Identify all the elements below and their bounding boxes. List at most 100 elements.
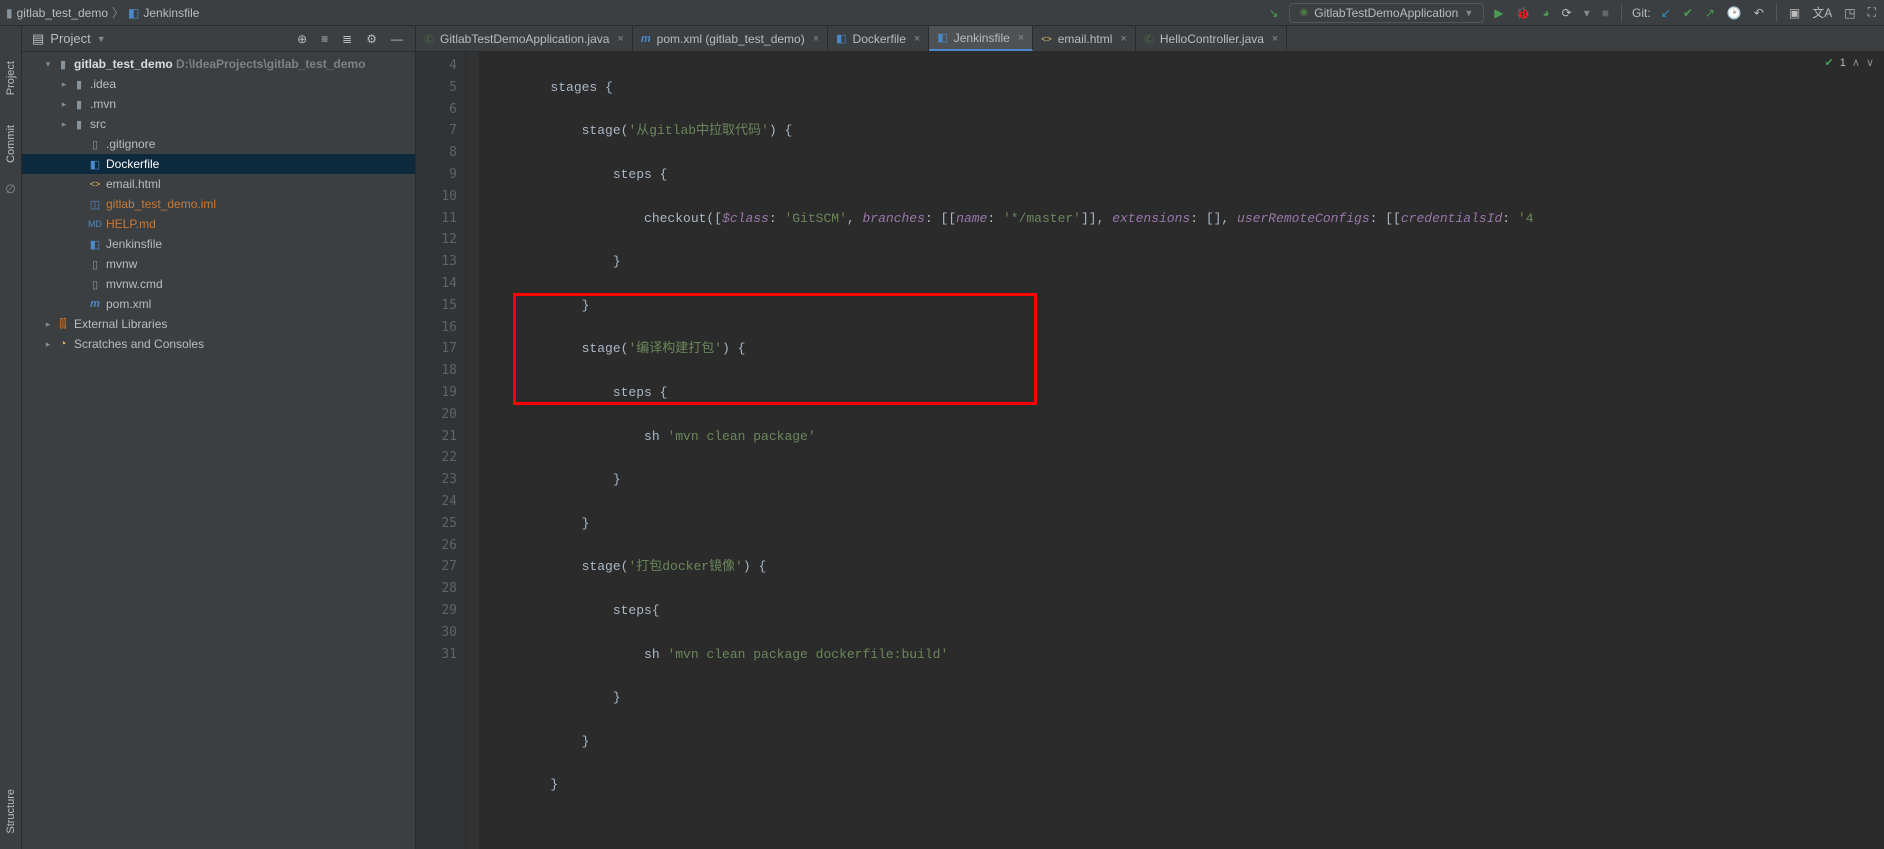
chevron-up-icon[interactable]: ∧ bbox=[1852, 56, 1860, 69]
inspection-widget[interactable]: ✔ 1 ∧ ∨ bbox=[1825, 56, 1874, 69]
folder-icon: ▮ bbox=[6, 6, 13, 20]
commit-icon[interactable]: ✔ bbox=[1681, 4, 1695, 22]
tree-help[interactable]: MDHELP.md bbox=[22, 214, 415, 234]
tab-hellocontroller[interactable]: ⒸHelloController.java× bbox=[1136, 26, 1288, 51]
chevron-right-icon: ▸ bbox=[60, 99, 68, 110]
tree-mvn-folder[interactable]: ▸▮.mvn bbox=[22, 94, 415, 114]
jenkins-icon: ◧ bbox=[88, 238, 102, 251]
chevron-right-icon: ▸ bbox=[44, 319, 52, 330]
jenkins-icon: ◧ bbox=[128, 6, 139, 20]
hide-icon[interactable]: — bbox=[389, 30, 405, 48]
close-icon[interactable]: × bbox=[813, 33, 819, 45]
project-root[interactable]: ▾ ▮ gitlab_test_demo D:\IdeaProjects\git… bbox=[22, 54, 415, 74]
spring-icon: ◉ bbox=[1300, 7, 1309, 18]
tab-label: GitlabTestDemoApplication.java bbox=[440, 32, 609, 46]
tree-label: mvnw bbox=[106, 257, 137, 271]
structure-tool-tab[interactable]: Structure bbox=[5, 789, 17, 834]
file-icon: ▯ bbox=[88, 278, 102, 291]
tree-label: gitlab_test_demo.iml bbox=[106, 197, 216, 211]
close-icon[interactable]: × bbox=[914, 33, 920, 45]
profile-icon[interactable]: ⟳ bbox=[1560, 4, 1574, 22]
build-icon[interactable]: ↘ bbox=[1266, 4, 1280, 22]
tab-dockerfile[interactable]: ◧Dockerfile× bbox=[828, 26, 929, 51]
run-icon[interactable]: ▶ bbox=[1492, 4, 1505, 22]
code-body[interactable]: stages { stage('从gitlab中拉取代码') { steps {… bbox=[480, 52, 1884, 849]
tree-idea-folder[interactable]: ▸▮.idea bbox=[22, 74, 415, 94]
tab-gitlabtestdemoapplication[interactable]: Ⓒ GitlabTestDemoApplication.java × bbox=[416, 26, 633, 51]
expand-all-icon[interactable]: ≡ bbox=[319, 30, 330, 48]
file-icon: ▯ bbox=[88, 258, 102, 271]
push-icon[interactable]: ↗ bbox=[1703, 4, 1717, 22]
tree-jenkinsfile[interactable]: ◧ Jenkinsfile bbox=[22, 234, 415, 254]
project-panel: ▤ Project ▼ ⊕ ≡ ≣ ⚙ — ▾ ▮ gitlab_test_de… bbox=[22, 26, 416, 849]
project-panel-header: ▤ Project ▼ ⊕ ≡ ≣ ⚙ — bbox=[22, 26, 415, 52]
code-editor[interactable]: 4567891011121314151617181920212223242526… bbox=[416, 52, 1884, 849]
html-icon: <> bbox=[1041, 34, 1052, 44]
attach-icon[interactable]: ▾ bbox=[1582, 4, 1592, 22]
history-icon[interactable]: 🕑 bbox=[1725, 4, 1744, 22]
chevron-right-icon: ▸ bbox=[60, 119, 68, 130]
close-icon[interactable]: × bbox=[1120, 33, 1126, 45]
tree-iml[interactable]: ◫gitlab_test_demo.iml bbox=[22, 194, 415, 214]
tree-scratches[interactable]: ▸◔Scratches and Consoles bbox=[22, 334, 415, 354]
run-config-selector[interactable]: ◉ GitlabTestDemoApplication ▼ bbox=[1289, 3, 1485, 23]
tab-label: HelloController.java bbox=[1160, 32, 1264, 46]
ide-settings-icon[interactable]: ▣ bbox=[1787, 4, 1802, 22]
docker-icon: ◧ bbox=[88, 158, 102, 171]
tree-dockerfile[interactable]: ◧Dockerfile bbox=[22, 154, 415, 174]
tree-mvnw[interactable]: ▯ mvnw bbox=[22, 254, 415, 274]
expand-icon[interactable]: ⛶ bbox=[1866, 3, 1878, 22]
tab-jenkinsfile[interactable]: ◧ Jenkinsfile × bbox=[929, 26, 1033, 51]
tree-mvnwcmd[interactable]: ▯ mvnw.cmd bbox=[22, 274, 415, 294]
translate-icon[interactable]: 文A bbox=[1810, 2, 1834, 23]
jenkins-icon: ◧ bbox=[937, 31, 947, 44]
project-tool-tab[interactable]: Project bbox=[5, 61, 17, 95]
tree-label: mvnw.cmd bbox=[106, 277, 163, 291]
breadcrumb-project-label: gitlab_test_demo bbox=[17, 6, 108, 20]
coverage-icon[interactable]: ◕ bbox=[1540, 4, 1551, 22]
close-icon[interactable]: × bbox=[617, 33, 623, 45]
project-panel-title[interactable]: ▤ Project ▼ bbox=[32, 31, 106, 47]
docker-icon: ◧ bbox=[836, 32, 846, 45]
update-icon[interactable]: ↙ bbox=[1659, 4, 1673, 22]
tab-label: Jenkinsfile bbox=[954, 31, 1010, 45]
tree-emailhtml[interactable]: <>email.html bbox=[22, 174, 415, 194]
debug-icon[interactable]: 🐞 bbox=[1513, 4, 1532, 22]
tab-label: pom.xml (gitlab_test_demo) bbox=[657, 32, 805, 46]
vcs-icon[interactable]: ∅ bbox=[5, 182, 15, 196]
tree-pom[interactable]: mpom.xml bbox=[22, 294, 415, 314]
tree-label: External Libraries bbox=[74, 317, 167, 331]
breadcrumb-project[interactable]: ▮ gitlab_test_demo bbox=[6, 6, 108, 20]
collapse-icon[interactable]: ≣ bbox=[340, 30, 354, 48]
problem-count: 1 bbox=[1840, 57, 1846, 69]
tab-pom[interactable]: m pom.xml (gitlab_test_demo) × bbox=[633, 26, 828, 51]
maven-icon: m bbox=[88, 298, 102, 310]
tree-gitignore[interactable]: ▯.gitignore bbox=[22, 134, 415, 154]
tab-email[interactable]: <>email.html× bbox=[1033, 26, 1136, 51]
file-icon: ▯ bbox=[88, 138, 102, 151]
chevron-right-icon: 〉 bbox=[112, 4, 124, 21]
library-icon: ⫿⫿ bbox=[56, 318, 70, 331]
tree-external-libs[interactable]: ▸ ⫿⫿ External Libraries bbox=[22, 314, 415, 334]
gear-icon[interactable]: ⚙ bbox=[364, 30, 379, 48]
chevron-down-icon: ▼ bbox=[97, 34, 106, 44]
breadcrumb-file[interactable]: ◧ Jenkinsfile bbox=[128, 6, 199, 20]
chevron-down-icon[interactable]: ∨ bbox=[1866, 56, 1874, 69]
maven-icon: m bbox=[641, 33, 651, 45]
select-file-icon[interactable]: ⊕ bbox=[295, 30, 309, 48]
close-icon[interactable]: × bbox=[1018, 32, 1024, 44]
chevron-right-icon: ▸ bbox=[60, 79, 68, 90]
rollback-icon[interactable]: ↶ bbox=[1752, 4, 1766, 22]
stop-icon: ■ bbox=[1600, 4, 1611, 22]
run-config-label: GitlabTestDemoApplication bbox=[1314, 6, 1458, 20]
chevron-down-icon: ▾ bbox=[44, 59, 52, 70]
chevron-down-icon: ▼ bbox=[1464, 8, 1473, 18]
commit-tool-tab[interactable]: Commit bbox=[5, 125, 17, 163]
class-icon: Ⓒ bbox=[424, 31, 434, 46]
close-icon[interactable]: × bbox=[1272, 33, 1278, 45]
navigation-bar: ▮ gitlab_test_demo 〉 ◧ Jenkinsfile ↘ ◉ G… bbox=[0, 0, 1884, 26]
tree-label: Jenkinsfile bbox=[106, 237, 162, 251]
folder-icon: ▮ bbox=[72, 78, 86, 91]
search-everywhere-icon[interactable]: ◳ bbox=[1842, 4, 1857, 22]
tree-src-folder[interactable]: ▸▮src bbox=[22, 114, 415, 134]
